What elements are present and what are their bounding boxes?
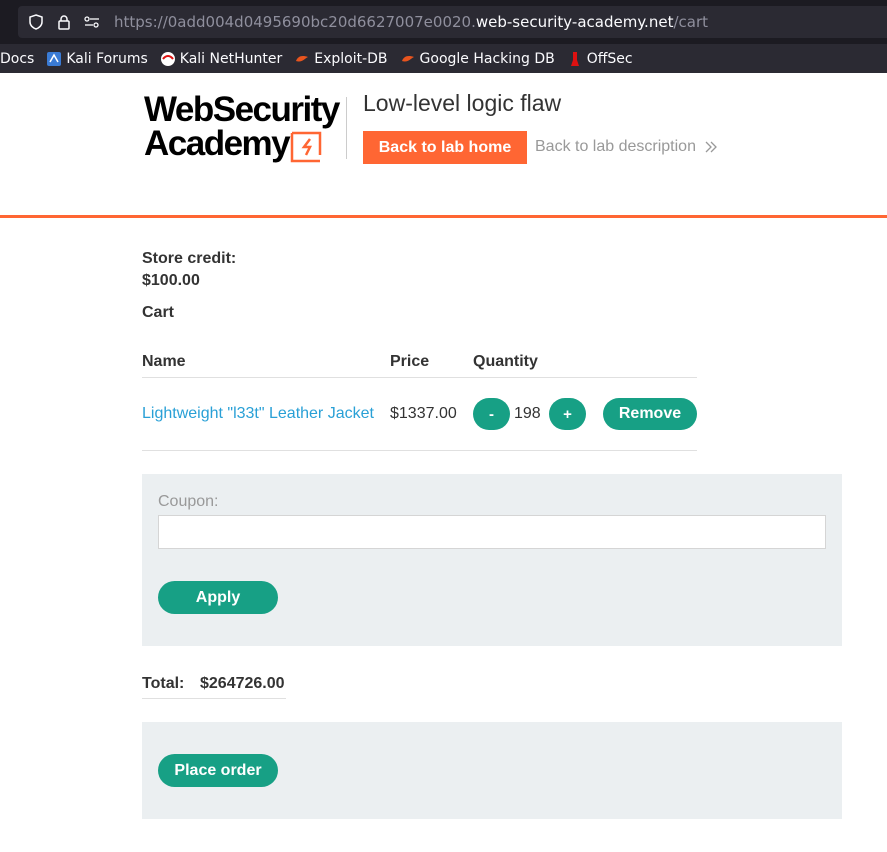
total-label: Total: [142,675,185,692]
coupon-input[interactable] [158,515,826,549]
shield-icon[interactable] [26,12,46,32]
column-header-name: Name [142,353,186,370]
google-hacking-db-icon [400,51,416,67]
bookmark-label: Google Hacking DB [419,50,555,67]
back-to-lab-description-label: Back to lab description [535,138,696,155]
decrement-quantity-button[interactable]: - [473,398,510,430]
web-security-academy-logo[interactable]: WebSecurity Academy [144,90,344,165]
browser-toolbar: https://0add004d0495690bc20d6627007e0020… [0,0,887,44]
double-chevron-right-icon [705,141,717,153]
place-order-form: Place order [142,722,842,819]
coupon-form: Coupon: Apply [142,474,842,646]
url-prefix: https://0add004d0495690bc20d6627007e0020… [114,13,476,31]
url-text: https://0add004d0495690bc20d6627007e0020… [114,13,708,31]
column-header-price: Price [390,353,430,370]
table-divider [142,450,697,451]
place-order-button[interactable]: Place order [158,754,278,787]
apply-coupon-button[interactable]: Apply [158,581,278,614]
bookmark-label: Docs [0,50,35,67]
url-host: web-security-academy.net [475,13,674,31]
bookmark-docs[interactable]: Docs [0,51,34,67]
total-divider [142,698,286,699]
offsec-icon [567,51,583,67]
bookmark-label: Kali NetHunter [179,50,283,67]
logo-line2-text: Academy [144,124,291,163]
url-path: /cart [673,13,708,31]
cart-heading: Cart [142,304,175,321]
bookmark-google-hacking-db[interactable]: Google Hacking DB [400,51,555,67]
total-value: $264726.00 [200,675,285,692]
lab-title: Low-level logic flaw [363,90,562,116]
back-to-lab-home-button[interactable]: Back to lab home [363,131,527,164]
column-header-quantity: Quantity [473,353,538,370]
kali-nethunter-icon [160,51,176,67]
remove-button[interactable]: Remove [603,398,697,430]
bookmark-label: Kali Forums [66,50,148,67]
back-to-lab-description-link[interactable]: Back to lab description [535,138,718,156]
lock-icon[interactable] [54,12,74,32]
table-divider [142,377,697,378]
bookmark-label: Exploit-DB [314,50,388,67]
logo-bolt-icon [290,131,322,163]
bookmark-offsec[interactable]: OffSec [567,51,633,67]
logo-divider [346,97,347,159]
bookmark-label: OffSec [586,50,633,67]
bookmarks-bar: Docs Kali Forums Kali NetHunter Exploit-… [0,44,887,73]
increment-quantity-button[interactable]: + [549,398,586,430]
store-credit-value: $100.00 [142,272,200,289]
permissions-icon[interactable] [82,12,102,32]
lab-header: WebSecurity Academy Low-level logic flaw… [0,73,887,218]
url-bar[interactable]: https://0add004d0495690bc20d6627007e0020… [18,6,887,38]
store-credit-label: Store credit: [142,250,237,267]
product-price: $1337.00 [390,405,457,422]
bookmark-exploit-db[interactable]: Exploit-DB [294,50,388,67]
bookmark-kali-nethunter[interactable]: Kali NetHunter [160,51,282,67]
kali-forums-icon [46,51,62,67]
bookmark-kali-forums[interactable]: Kali Forums [46,50,148,67]
product-link[interactable]: Lightweight "l33t" Leather Jacket [142,405,374,423]
exploit-db-icon [294,51,310,67]
coupon-label: Coupon: [158,493,219,510]
logo-line1: WebSecurity [144,90,340,129]
product-quantity: 198 [514,405,541,422]
